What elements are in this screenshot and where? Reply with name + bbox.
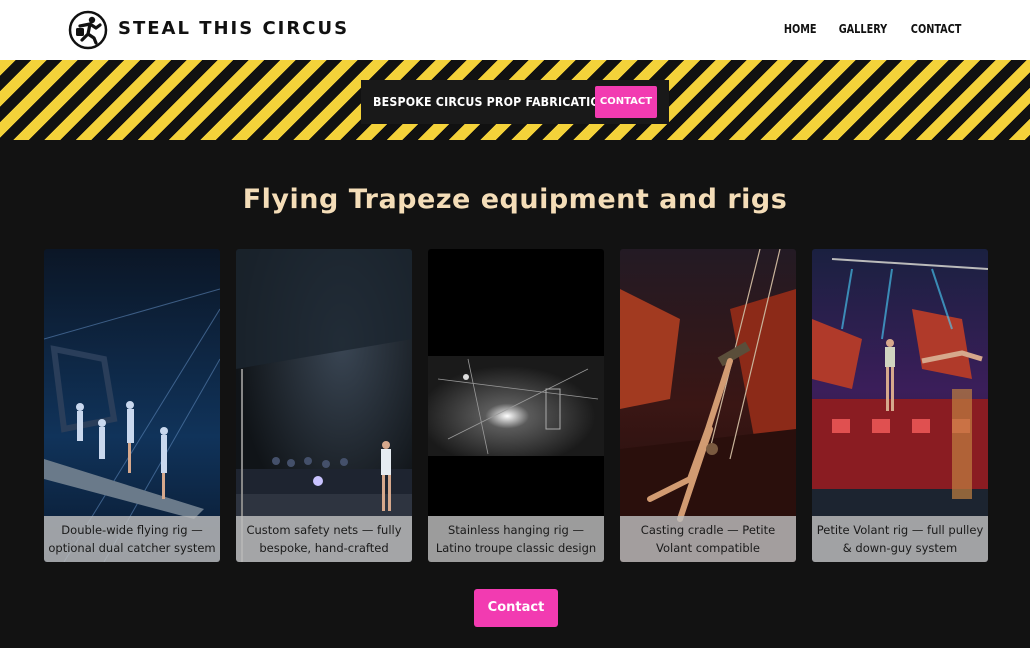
contact-button[interactable]: Contact [474, 589, 558, 627]
card-caption: Casting cradle — Petite Volant compatibl… [620, 516, 796, 562]
nav-contact[interactable]: CONTACT [911, 19, 962, 39]
gallery-card[interactable]: Custom safety nets — fully bespoke, hand… [236, 249, 412, 562]
banner-box: BESPOKE CIRCUS PROP FABRICATION CONTACT [361, 80, 669, 124]
gallery-card[interactable]: Petite Volant rig — full pulley & down-g… [812, 249, 988, 562]
gallery-card[interactable]: Double-wide flying rig — optional dual c… [44, 249, 220, 562]
card-caption: Stainless hanging rig — Latino troupe cl… [428, 516, 604, 562]
card-caption: Custom safety nets — fully bespoke, hand… [236, 516, 412, 562]
acrobat-logo-icon[interactable] [68, 10, 108, 50]
nav-home[interactable]: HOME [783, 19, 816, 39]
main-nav: HOME GALLERY CONTACT [782, 19, 964, 39]
site-header: STEAL THIS CIRCUS HOME GALLERY CONTACT [0, 0, 1030, 60]
page-title: Flying Trapeze equipment and rigs [242, 184, 788, 215]
gallery-card[interactable]: Stainless hanging rig — Latino troupe cl… [428, 249, 604, 562]
nav-gallery[interactable]: GALLERY [839, 19, 887, 39]
banner-contact-button[interactable]: CONTACT [595, 86, 657, 118]
banner-tagline: BESPOKE CIRCUS PROP FABRICATION [373, 95, 610, 109]
gallery-card[interactable]: Casting cradle — Petite Volant compatibl… [620, 249, 796, 562]
brand-name[interactable]: STEAL THIS CIRCUS [118, 17, 349, 41]
card-caption: Double-wide flying rig — optional dual c… [44, 516, 220, 562]
card-caption: Petite Volant rig — full pulley & down-g… [812, 516, 988, 562]
